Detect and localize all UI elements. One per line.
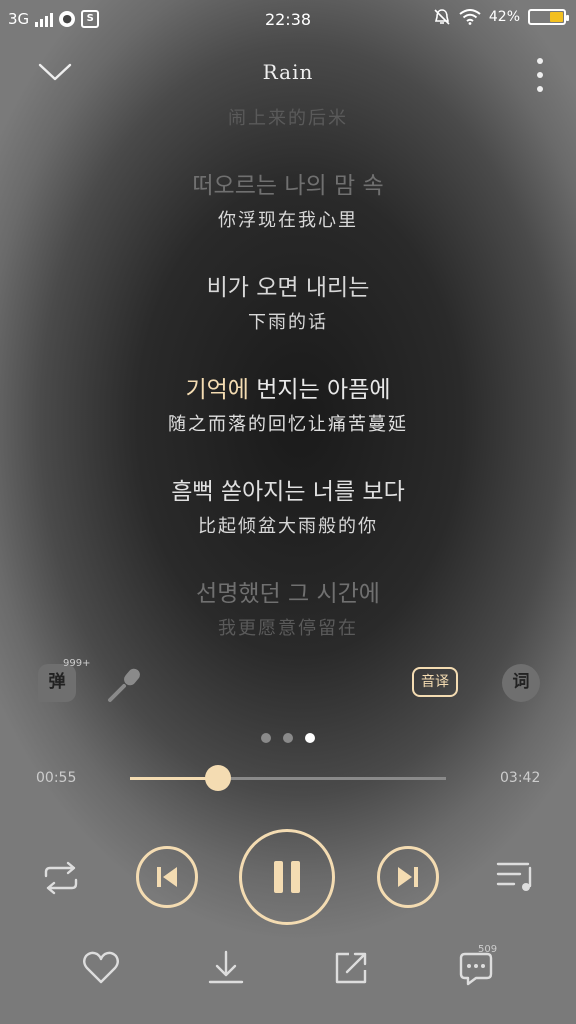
- previous-button[interactable]: [136, 846, 198, 908]
- danmu-count-badge: 999+: [63, 658, 91, 669]
- download-icon[interactable]: [206, 948, 246, 988]
- lyric-line-zh: 我更愿意停留在: [218, 618, 358, 639]
- lyric-line-current: 기억에 번지는 아픔에: [0, 370, 576, 404]
- lyric-line-zh: 随之而落的回忆让痛苦蔓延: [168, 414, 408, 435]
- current-time: 00:55: [36, 770, 77, 786]
- lyric-line-zh: 比起倾盆大雨般的你: [198, 516, 378, 537]
- skip-previous-icon: [157, 867, 177, 887]
- page-dot: [261, 733, 271, 743]
- more-vert-icon[interactable]: [532, 58, 548, 92]
- transliteration-button[interactable]: 音译: [412, 667, 458, 697]
- repeat-icon[interactable]: [40, 860, 82, 896]
- microphone-icon[interactable]: [106, 664, 146, 704]
- battery-fill: [550, 12, 563, 22]
- lyric-line-zh: 下雨的话: [248, 312, 328, 333]
- battery-percent: 42%: [488, 9, 520, 25]
- wifi-icon: [459, 9, 481, 25]
- heart-icon[interactable]: [81, 948, 121, 988]
- comment-count-badge: 509: [478, 944, 498, 955]
- lyric-sung-part: 기억에: [185, 377, 249, 403]
- play-pause-button[interactable]: [239, 829, 335, 925]
- progress-thumb[interactable]: [205, 765, 232, 791]
- lyric-line-ko: 비가 오면 내리는: [206, 275, 370, 301]
- page-indicator: [0, 733, 576, 743]
- pause-icon: [274, 861, 300, 893]
- status-right: 42%: [433, 8, 569, 26]
- song-title: Rain: [262, 60, 314, 84]
- lyric-line-ko: 흠뻑 쏟아지는 너를 보다: [171, 479, 405, 505]
- lyric-unsung-part: 번지는 아픔에: [248, 377, 391, 403]
- playlist-icon[interactable]: [496, 858, 538, 894]
- skip-next-icon: [398, 867, 418, 887]
- lyrics-search-button[interactable]: 词: [502, 664, 540, 702]
- lyric-line-ko: 떠오르는 나의 맘 속: [192, 173, 384, 199]
- lyrics-panel[interactable]: 闹上来的后米 떠오르는 나의 맘 속 你浮现在我心里 비가 오면 내리는 下雨的…: [0, 100, 576, 640]
- lyric-line-ko: 선명했던 그 시간에: [196, 581, 380, 607]
- danmu-button[interactable]: 弹: [38, 664, 76, 702]
- page-dot: [283, 733, 293, 743]
- mute-bell-icon: [434, 9, 450, 25]
- page-dot-active: [305, 733, 315, 743]
- lyric-line-zh: 闹上来的后米: [228, 108, 348, 129]
- next-button[interactable]: [377, 846, 439, 908]
- status-bar: 3G ● S 22:38 42%: [0, 0, 576, 38]
- battery-icon: [528, 9, 569, 25]
- total-time: 03:42: [500, 770, 541, 786]
- share-icon[interactable]: [331, 948, 371, 988]
- lyric-line-zh: 你浮现在我心里: [218, 210, 358, 231]
